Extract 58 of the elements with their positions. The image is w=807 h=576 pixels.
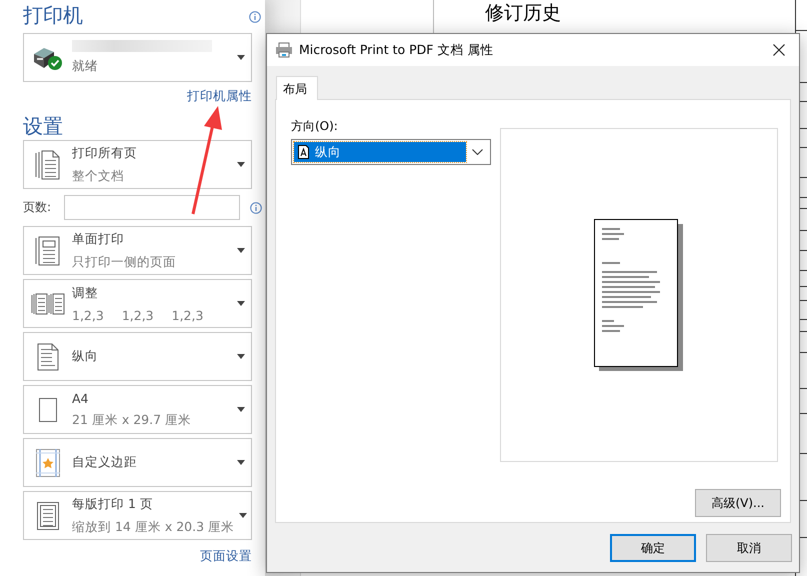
chevron-down-icon xyxy=(472,149,482,155)
dropdown-caret-icon[interactable] xyxy=(237,162,245,167)
option-title: 打印所有页 xyxy=(72,144,138,162)
paper-size-icon xyxy=(39,398,57,422)
pages-per-sheet-icon xyxy=(37,502,59,530)
dropdown-caret-icon[interactable] xyxy=(237,301,245,306)
option-subtitle: 1,2,3 xyxy=(172,308,204,322)
document-icon xyxy=(35,236,61,266)
option-title: 调整 xyxy=(72,284,99,302)
margins-icon xyxy=(36,448,60,476)
dialog-title: Microsoft Print to PDF 文档 属性 xyxy=(299,42,494,58)
print-option-dropdown[interactable]: 纵向 xyxy=(23,332,252,381)
orientation-dropdown[interactable]: 纵向 xyxy=(291,139,491,165)
option-subtitle: 1,2,3 xyxy=(122,308,154,322)
option-title: 每版打印 1 页 xyxy=(72,496,154,512)
print-option-dropdown[interactable]: A4 21 厘米 x 29.7 厘米 xyxy=(23,385,252,434)
pages-label: 页数: xyxy=(23,199,52,216)
option-subtitle: 只打印一侧的页面 xyxy=(72,254,176,270)
option-subtitle: 缩放到 14 厘米 x 20.3 厘米 xyxy=(72,518,234,536)
dropdown-caret-icon[interactable] xyxy=(237,407,245,412)
option-title: 自定义边距 xyxy=(72,454,138,471)
print-option-dropdown[interactable]: 自定义边距 xyxy=(23,438,252,487)
dropdown-caret-icon[interactable] xyxy=(237,55,245,60)
page-setup-link[interactable]: 页面设置 xyxy=(200,548,252,563)
dropdown-caret-icon[interactable] xyxy=(237,460,245,465)
dropdown-caret-icon[interactable] xyxy=(238,513,246,518)
printer-status: 就绪 xyxy=(72,58,99,75)
print-option-dropdown[interactable]: 单面打印 只打印一侧的页面 xyxy=(23,226,252,275)
section-title: 打印机 xyxy=(23,2,83,29)
pages-input-field[interactable] xyxy=(64,195,240,220)
dropdown-caret-icon[interactable] xyxy=(237,248,245,253)
print-option-dropdown[interactable]: 调整 1,2,3 1,2,3 1,2,3 xyxy=(23,279,252,328)
printer-properties-link[interactable]: 打印机属性 xyxy=(187,88,252,103)
printer-dropdown[interactable]: 就绪 xyxy=(23,33,252,82)
portrait-page-icon xyxy=(37,342,59,370)
option-subtitle: 整个文档 xyxy=(72,168,124,184)
option-title: A4 xyxy=(72,390,90,406)
orientation-label: 方向(O): xyxy=(291,119,338,133)
document-heading: 修订历史 xyxy=(485,1,561,26)
pages-icon xyxy=(35,150,61,180)
info-icon xyxy=(249,11,261,23)
printer-icon xyxy=(275,42,293,58)
option-subtitle: 21 厘米 x 29.7 厘米 xyxy=(72,412,192,428)
option-subtitle: 1,2,3 xyxy=(72,308,104,322)
print-option-dropdown[interactable]: 每版打印 1 页 缩放到 14 厘米 x 20.3 厘米 xyxy=(23,491,252,540)
option-title: 单面打印 xyxy=(72,230,125,248)
close-icon xyxy=(773,44,785,56)
collate-icon xyxy=(31,292,65,314)
tab[interactable]: 布局 xyxy=(276,76,318,100)
dialog-button[interactable]: 取消 xyxy=(706,534,792,562)
section-title: 设置 xyxy=(23,113,63,140)
advanced-button[interactable]: 高级(V)... xyxy=(695,489,781,517)
option-title: 纵向 xyxy=(72,348,99,365)
portrait-page-icon xyxy=(298,145,309,159)
info-icon xyxy=(250,202,262,214)
print-option-dropdown[interactable]: 打印所有页 整个文档 xyxy=(23,140,252,189)
dialog-button[interactable]: 确定 xyxy=(610,534,696,562)
dropdown-caret-icon[interactable] xyxy=(237,354,245,359)
